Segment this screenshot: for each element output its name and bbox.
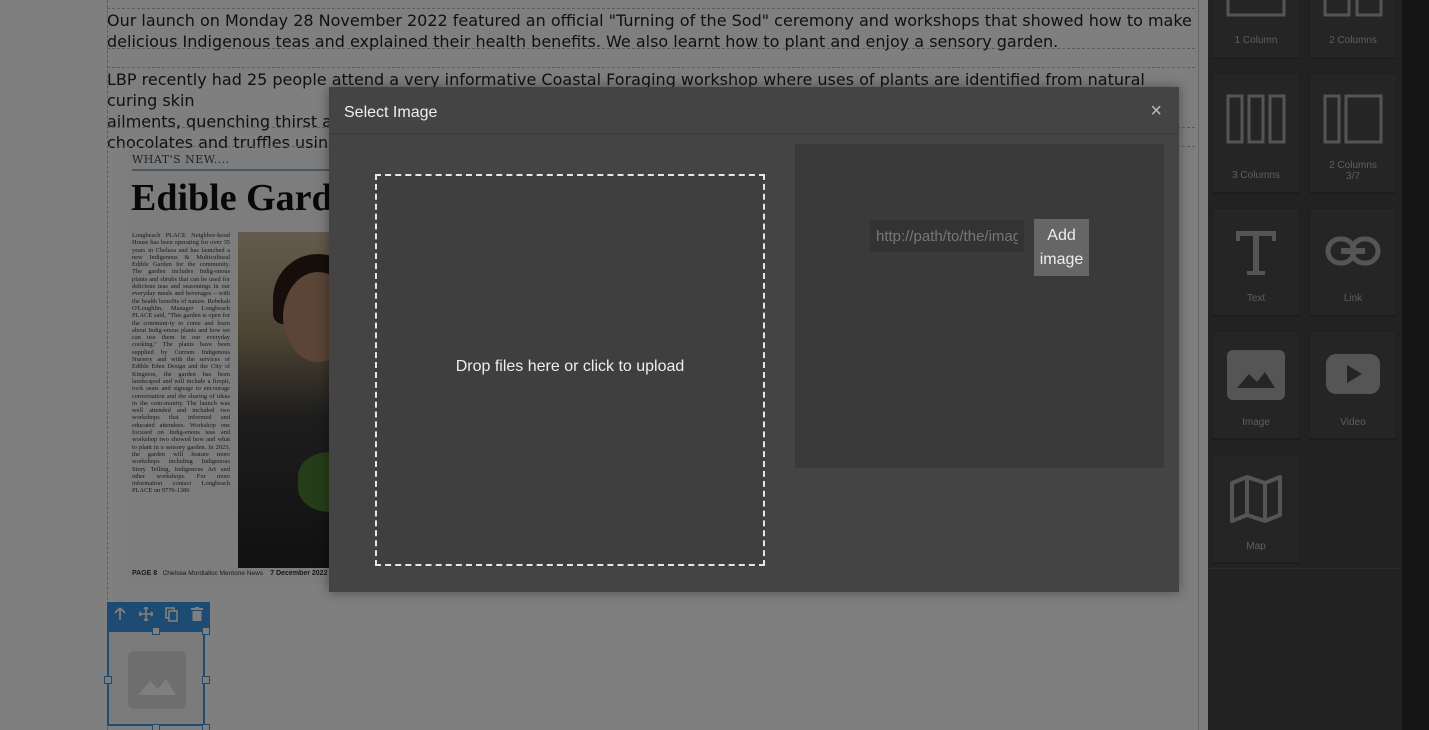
close-icon[interactable]: × [1150, 100, 1162, 123]
image-url-input[interactable] [870, 220, 1024, 252]
select-image-modal: Select Image × Drop files here or click … [329, 87, 1179, 592]
add-image-button[interactable]: Add image [1034, 219, 1089, 276]
modal-header: Select Image × [329, 87, 1179, 134]
dropzone-text: Drop files here or click to upload [455, 358, 685, 375]
modal-title: Select Image [344, 104, 438, 121]
upload-dropzone[interactable]: Drop files here or click to upload [375, 174, 765, 566]
assets-panel: Add image [795, 144, 1164, 468]
